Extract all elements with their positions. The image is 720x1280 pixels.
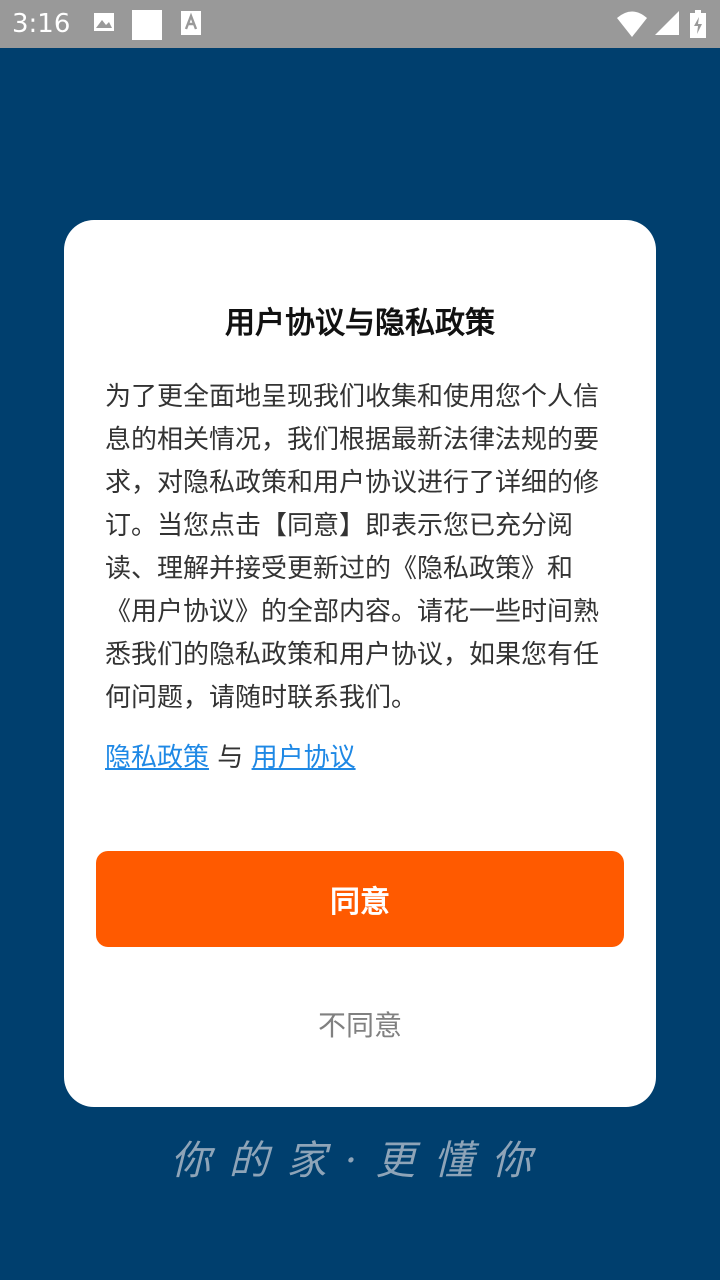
agree-button[interactable]: 同意 bbox=[96, 851, 624, 947]
user-agreement-link[interactable]: 用户协议 bbox=[252, 743, 356, 773]
brand-slogan: 你的家·更懂你 bbox=[170, 1138, 550, 1184]
wifi-icon bbox=[617, 11, 647, 37]
battery-icon bbox=[690, 10, 706, 38]
dialog-title: 用户协议与隐私政策 bbox=[225, 306, 495, 341]
square-icon bbox=[132, 10, 162, 40]
font-icon bbox=[181, 11, 201, 35]
privacy-policy-link[interactable]: 隐私政策 bbox=[105, 743, 209, 773]
dialog-body-text: 为了更全面地呈现我们收集和使用您个人信息的相关情况，我们根据最新法律法规的要求，… bbox=[105, 382, 600, 713]
signal-icon bbox=[655, 11, 679, 35]
link-separator: 与 bbox=[217, 743, 244, 773]
policy-links: 隐私政策 与 用户协议 bbox=[105, 738, 617, 778]
status-time: 3:16 bbox=[12, 9, 71, 39]
privacy-dialog: 用户协议与隐私政策 为了更全面地呈现我们收集和使用您个人信息的相关情况，我们根据… bbox=[64, 220, 656, 1107]
disagree-button[interactable]: 不同意 bbox=[64, 1006, 656, 1046]
image-icon bbox=[94, 13, 114, 31]
status-bar: 3:16 bbox=[0, 0, 720, 48]
